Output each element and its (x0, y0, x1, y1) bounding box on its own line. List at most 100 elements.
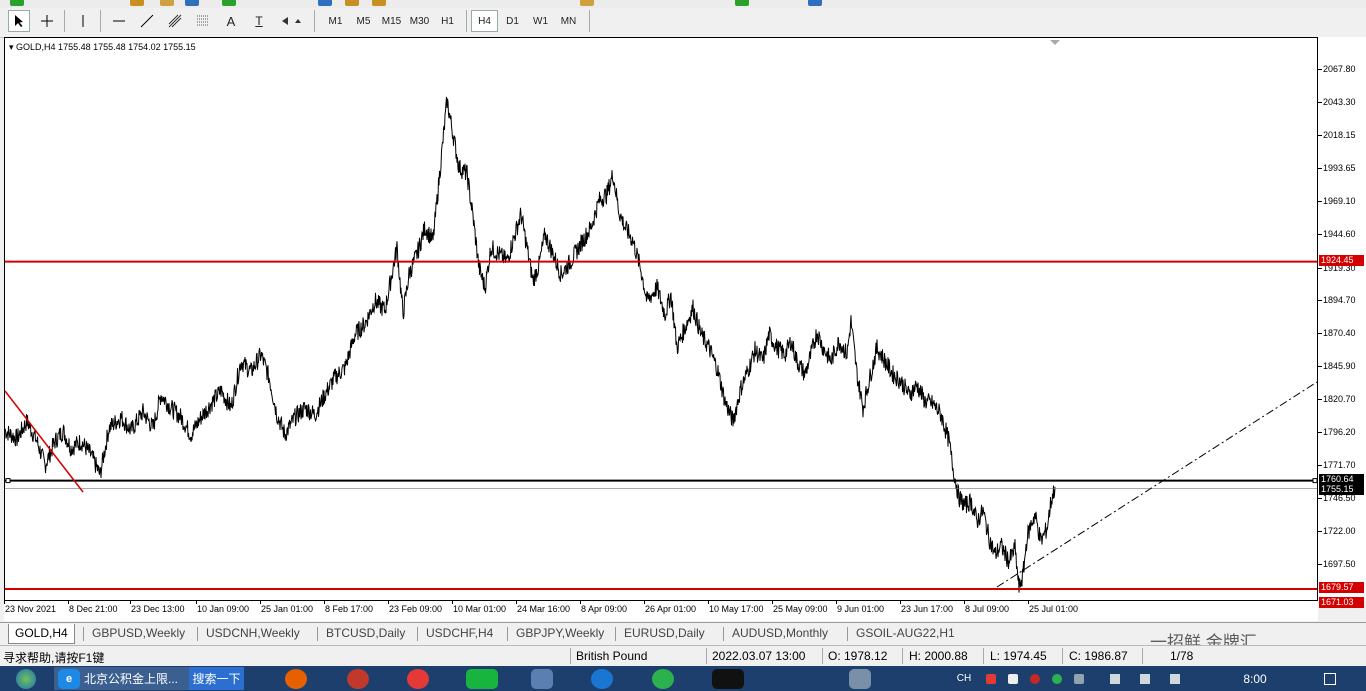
trendline-icon[interactable] (136, 10, 158, 32)
taskbar-clock[interactable]: 8:00 (1235, 667, 1275, 690)
chart-canvas[interactable]: ▾ GOLD,H4 1755.48 1755.48 1754.02 1755.1… (4, 37, 1318, 601)
cursor-icon[interactable] (8, 10, 30, 32)
tab-separator (197, 627, 198, 641)
app4-taskbar[interactable] (840, 667, 880, 690)
price-tick (1318, 464, 1322, 466)
app-taskbar[interactable] (340, 667, 376, 690)
price-label: 1697.50 (1323, 559, 1356, 569)
tray-status-icons (1100, 667, 1190, 690)
price-marker: 1679.57 (1319, 582, 1364, 594)
price-tick (1318, 267, 1322, 269)
taskbar-browser-title: 北京公积金上限... (84, 672, 179, 686)
tray-app-icon[interactable] (1074, 673, 1084, 684)
firefox-icon (285, 668, 307, 689)
price-label: 1722.00 (1323, 526, 1356, 537)
chart-tab[interactable]: BTCUSD,Daily (320, 624, 411, 643)
tray-app-icon[interactable] (986, 673, 996, 684)
status-datetime: 2022.03.07 13:00 (712, 649, 806, 663)
text-icon[interactable]: A (220, 10, 242, 32)
timeframe-mn[interactable]: MN (555, 10, 582, 32)
tray-app-icon[interactable] (1030, 673, 1040, 684)
timeframe-m5[interactable]: M5 (350, 10, 377, 32)
iqiyi-taskbar[interactable] (462, 667, 502, 690)
price-label: 1771.70 (1323, 459, 1356, 470)
xm-icon (712, 668, 744, 689)
chart-tab[interactable]: GBPUSD,Weekly (86, 624, 191, 643)
os-taskbar: e 北京公积金上限... 搜索一下 CH 8:00 (0, 666, 1366, 691)
pen-app-icon (849, 668, 871, 689)
taskbar-search[interactable]: 搜索一下 (189, 667, 244, 690)
horizontal-line-icon[interactable] (108, 10, 130, 32)
arrows-icon[interactable] (276, 10, 308, 32)
chart-tab[interactable]: USDCNH,Weekly (200, 624, 306, 643)
action-center-icon[interactable] (1320, 667, 1340, 690)
chart-tab[interactable]: GBPJPY,Weekly (510, 624, 610, 643)
music-taskbar[interactable] (400, 667, 436, 690)
price-tick (1318, 300, 1322, 302)
app2-taskbar[interactable] (524, 667, 560, 690)
line-handle (5, 478, 11, 484)
price-tick (1318, 498, 1322, 500)
time-label: 23 Dec 13:00 (131, 604, 185, 614)
time-axis: 23 Nov 2021 8 Dec 21:00 23 Dec 13:00 10 Jan… (4, 601, 1318, 621)
volume-icon[interactable] (1170, 673, 1180, 684)
help-text: 寻求帮助,请按F1键 (3, 651, 105, 665)
time-label: 8 Dec 21:00 (69, 604, 118, 614)
timeframe-d1[interactable]: D1 (499, 10, 526, 32)
network-icon[interactable] (1140, 673, 1150, 684)
start-button[interactable] (4, 667, 48, 690)
chart-tab[interactable]: AUDUSD,Monthly (726, 624, 834, 643)
price-tick (1318, 168, 1322, 170)
chart-tab[interactable]: GSOIL-AUG22,H1 (850, 624, 961, 643)
firefox-taskbar[interactable] (278, 667, 314, 690)
price-label: 2043.30 (1323, 96, 1356, 107)
channel-icon[interactable] (164, 10, 186, 32)
status-separator (1142, 648, 1143, 664)
windows-logo-icon (16, 668, 36, 689)
tab-separator (317, 627, 318, 641)
price-label: 1820.70 (1323, 394, 1356, 405)
text-label-icon[interactable]: T (248, 10, 270, 32)
time-label: 23 Feb 09:00 (389, 604, 443, 614)
timeframe-h1[interactable]: H1 (434, 10, 461, 32)
wechat-icon (652, 668, 674, 689)
wechat-taskbar[interactable] (645, 667, 681, 690)
time-label: 8 Apr 09:00 (581, 604, 628, 614)
penguin-icon (347, 668, 369, 689)
price-label: 1944.60 (1323, 228, 1356, 239)
vertical-line-icon[interactable] (72, 10, 94, 32)
price-line (5, 96, 1056, 593)
price-label: 1796.20 (1323, 427, 1356, 438)
time-label: 24 Mar 16:00 (517, 604, 571, 614)
input-language[interactable]: CH (952, 667, 976, 690)
tray-icon[interactable] (1110, 673, 1120, 684)
price-tick (1318, 69, 1322, 70)
time-label: 25 May 09:00 (773, 604, 828, 614)
chart-tab[interactable]: EURUSD,Daily (618, 624, 711, 643)
price-tick (1318, 200, 1322, 202)
price-marker: 1671.03 (1319, 596, 1364, 608)
taskbar-browser[interactable]: e 北京公积金上限... (54, 667, 189, 690)
timeframe-m1[interactable]: M1 (322, 10, 349, 32)
crosshair-icon[interactable] (36, 10, 58, 32)
tray-app-icon[interactable] (1008, 673, 1018, 684)
timeframe-w1[interactable]: W1 (527, 10, 554, 32)
time-label: 23 Nov 2021 (5, 604, 57, 614)
xm-taskbar[interactable] (708, 667, 748, 690)
timeframe-m15[interactable]: M15 (378, 10, 405, 32)
price-axis: 2067.80 2043.30 2018.15 1993.65 1969.10 1944.… (1318, 37, 1366, 608)
toolbar-separator (100, 10, 101, 32)
time-label: 23 Jun 17:00 (901, 604, 954, 614)
timeframe-h4[interactable]: H4 (471, 10, 498, 32)
chart-tab[interactable]: USDCHF,H4 (420, 624, 499, 643)
time-label: 8 Feb 17:00 (325, 604, 374, 614)
tray-wechat-icon[interactable] (1052, 673, 1062, 684)
price-tick (1318, 365, 1322, 367)
app3-taskbar[interactable] (584, 667, 620, 690)
timeframe-m30[interactable]: M30 (406, 10, 433, 32)
fibonacci-icon[interactable] (192, 10, 214, 32)
time-label: 25 Jul 01:00 (1029, 604, 1079, 614)
toolbar-separator (64, 10, 65, 32)
chart-tab[interactable]: GOLD,H4 (8, 624, 75, 644)
status-close: C: 1986.87 (1069, 649, 1128, 663)
